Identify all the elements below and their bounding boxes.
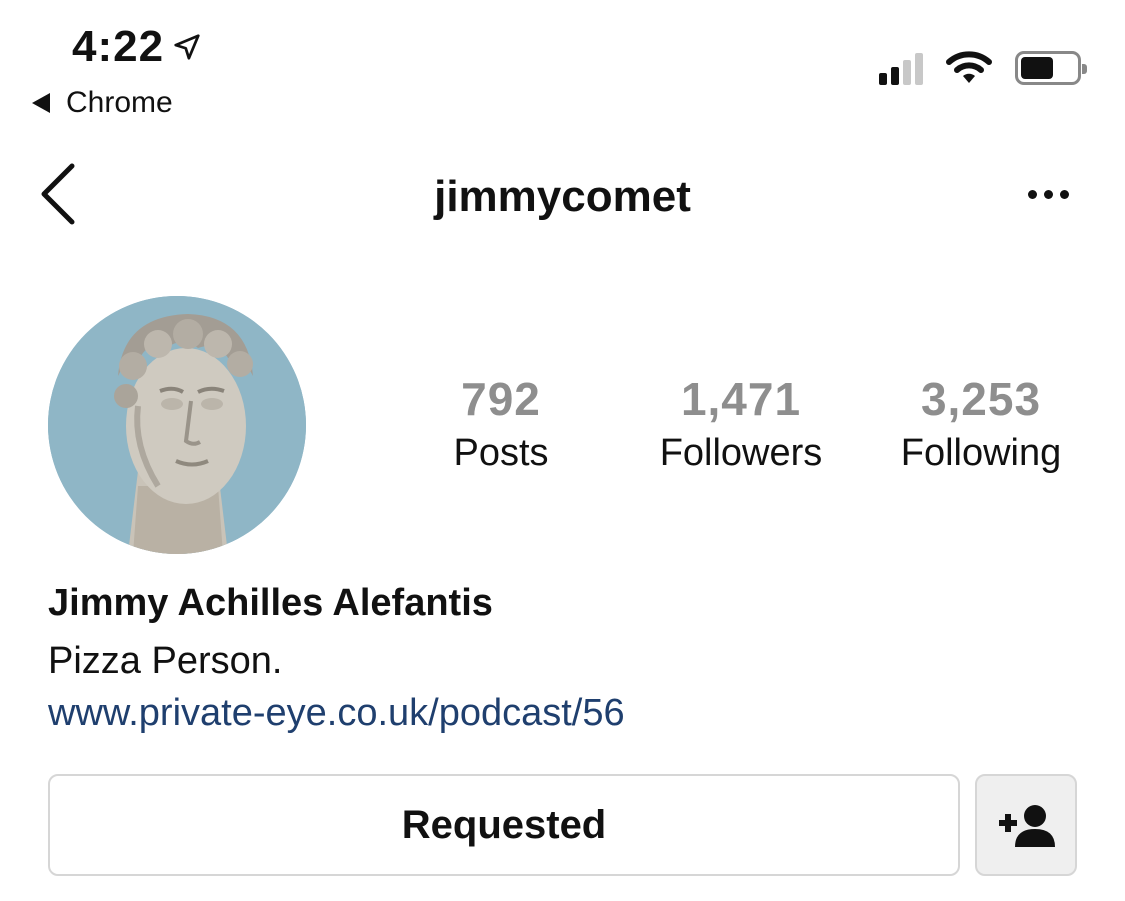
profile-photo-image	[48, 296, 306, 554]
back-to-app-button[interactable]: Chrome	[32, 86, 173, 120]
stat-followers-value: 1,471	[680, 373, 802, 425]
add-user-icon	[999, 805, 1055, 847]
avatar[interactable]	[48, 296, 306, 554]
wifi-icon	[946, 51, 992, 83]
stat-posts-value: 792	[461, 373, 541, 425]
add-user-button[interactable]	[975, 774, 1077, 876]
status-indicators	[879, 50, 1087, 86]
profile-website-link[interactable]: www.private-eye.co.uk/podcast/56	[48, 692, 625, 735]
stat-posts[interactable]: 792 Posts	[381, 372, 621, 480]
status-time: 4:22	[72, 22, 202, 72]
profile-screen: 4:22 Chrome jimmycomet 792 Posts 1,471 F…	[0, 0, 1125, 901]
cellular-signal-icon	[879, 51, 923, 85]
profile-bio: Pizza Person.	[48, 640, 283, 682]
stat-following-value: 3,253	[920, 373, 1042, 425]
stat-following[interactable]: 3,253 Following	[861, 372, 1101, 480]
location-arrow-icon	[174, 34, 200, 60]
stat-followers[interactable]: 1,471 Followers	[621, 372, 861, 480]
back-app-label: Chrome	[66, 86, 173, 119]
profile-full-name: Jimmy Achilles Alefantis	[48, 582, 493, 624]
status-time-text: 4:22	[72, 22, 165, 71]
stat-followers-label: Followers	[659, 432, 823, 474]
stat-following-label: Following	[900, 432, 1062, 474]
battery-icon	[1015, 51, 1087, 85]
more-options-icon[interactable]	[1028, 190, 1069, 199]
profile-username-title: jimmycomet	[434, 172, 691, 221]
stat-posts-label: Posts	[453, 432, 549, 474]
back-triangle-icon	[32, 93, 50, 113]
requested-button[interactable]: Requested	[48, 774, 960, 876]
